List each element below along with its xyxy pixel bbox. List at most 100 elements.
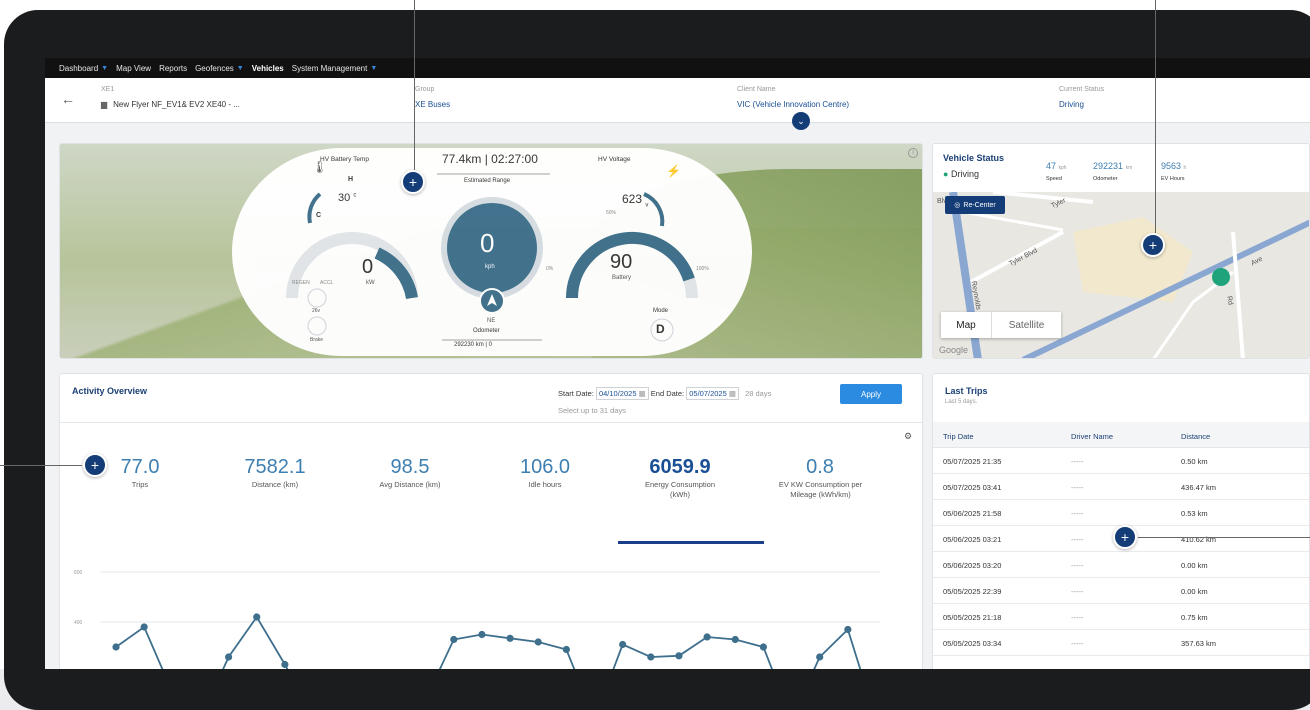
data-point[interactable] <box>759 643 768 651</box>
brake-icon <box>307 316 327 336</box>
trip-date-cell: 05/06/2025 03:20 <box>943 561 1002 570</box>
status-value: Driving <box>1059 100 1084 109</box>
calendar-icon: ▦ <box>638 389 646 398</box>
leader-line <box>0 465 82 466</box>
vehicle-map[interactable]: Blvd Tyler Tyler Blvd Reynolds Ave Rd ◎ R… <box>933 192 1309 358</box>
driver-name-cell: ----- <box>1071 483 1084 492</box>
nav-item-vehicles[interactable]: Vehicles <box>252 64 284 73</box>
speed-unit: kph <box>485 264 495 270</box>
stat-energy-value[interactable]: 6059.9 <box>620 456 740 479</box>
battery-percent: 90 <box>610 251 633 273</box>
status-dot-icon: ● <box>943 169 949 179</box>
expand-chevron-button[interactable]: ⌄ <box>792 112 810 130</box>
data-point[interactable] <box>506 634 514 642</box>
driver-name-cell: ----- <box>1071 613 1084 622</box>
table-row[interactable]: 05/05/2025 21:18 ----- 0.75 km <box>933 604 1309 630</box>
nav-label: Vehicles <box>251 63 284 73</box>
start-date-input[interactable]: 04/10/2025 ▦ <box>595 387 649 400</box>
table-row[interactable]: 05/06/2025 21:58 ----- 0.53 km <box>933 500 1309 526</box>
last-trips-panel: Last Trips Last 5 days. Trip Date Driver… <box>932 373 1310 669</box>
data-point[interactable] <box>140 623 148 631</box>
instrument-cluster: HV Battery Temp 🌡 H C 30 c 77.4km | 02:2… <box>232 148 752 356</box>
nav-label: Dashboard <box>59 63 99 73</box>
date-hint: Select up to 31 days <box>558 406 626 415</box>
vehicle-dashboard-panel: i HV Battery Temp 🌡 H C 30 c 77.4km | 02… <box>59 143 923 359</box>
data-point[interactable] <box>816 653 824 661</box>
plus-hotspot-button[interactable]: + <box>1113 525 1137 549</box>
client-value: VIC (Vehicle Innovation Centre) <box>737 100 850 109</box>
caret-down-icon: ▼ <box>101 64 109 72</box>
plus-hotspot-button[interactable]: + <box>401 170 425 194</box>
nav-item-geofences[interactable]: Geofences ▼ <box>195 64 244 73</box>
activity-title: Activity Overview <box>72 386 148 396</box>
col-trip-date[interactable]: Trip Date <box>943 432 974 441</box>
odometer-label: Odometer <box>473 328 500 334</box>
satellite-tab[interactable]: Satellite <box>991 312 1061 338</box>
plus-hotspot-button[interactable]: + <box>1141 233 1165 257</box>
data-point[interactable] <box>562 645 570 654</box>
data-point[interactable] <box>450 635 458 644</box>
table-row[interactable]: 05/05/2025 03:34 ----- 357.63 km <box>933 630 1309 656</box>
nav-item-dashboard[interactable]: Dashboard ▼ <box>59 64 108 73</box>
end-date-input[interactable]: 05/07/2025 ▦ <box>686 387 739 400</box>
battery-scale-50: 50% <box>606 210 617 216</box>
speed-value: 0 <box>480 228 495 258</box>
col-distance[interactable]: Distance <box>1181 432 1210 441</box>
client-info: Client Name VIC (Vehicle Innovation Cent… <box>737 86 849 109</box>
plus-hotspot-button[interactable]: + <box>83 453 107 477</box>
data-point[interactable] <box>281 660 289 669</box>
nav-item-reports[interactable]: Reports <box>159 64 187 73</box>
vehicle-info: XE1 ▆ New Flyer NF_EV1& EV2 XE40 - ... <box>101 86 240 109</box>
trip-date-cell: 05/06/2025 21:58 <box>943 509 1002 518</box>
data-point[interactable] <box>534 638 542 646</box>
trip-date-cell: 05/05/2025 21:18 <box>943 613 1002 622</box>
data-point[interactable] <box>253 613 261 621</box>
apply-button[interactable]: Apply <box>840 384 902 404</box>
vehicle-marker-icon[interactable] <box>1212 268 1230 286</box>
settings-gear-icon[interactable]: ⚙ <box>904 431 912 442</box>
table-row[interactable]: 05/07/2025 21:35 ----- 0.50 km <box>933 448 1309 474</box>
nav-item-map-view[interactable]: Map View <box>116 64 151 73</box>
days-count: 28 days <box>745 389 772 398</box>
calendar-icon: ▦ <box>728 389 736 398</box>
energy-line-chart: 600400200 <box>74 570 880 669</box>
heading-label: NE <box>487 318 496 324</box>
power-unit: kW <box>366 280 375 286</box>
data-point[interactable] <box>224 653 233 661</box>
driver-name-cell: ----- <box>1071 639 1084 648</box>
info-icon[interactable]: i <box>908 148 918 158</box>
last-trips-title: Last Trips <box>945 386 988 396</box>
data-point[interactable] <box>703 633 711 641</box>
ev-hours-stat: 9563 h <box>1161 161 1187 171</box>
data-point[interactable] <box>675 652 683 660</box>
thermometer-icon: 🌡 <box>312 160 328 174</box>
power-gauge-fill <box>374 247 418 300</box>
trip-date-cell: 05/06/2025 03:21 <box>943 535 1002 544</box>
vehicle-name[interactable]: New Flyer NF_EV1& EV2 XE40 - ... <box>113 100 240 109</box>
table-row[interactable]: 05/07/2025 03:41 ----- 436.47 km <box>933 474 1309 500</box>
power-value: 0 <box>362 256 374 278</box>
data-point[interactable] <box>844 625 852 634</box>
battery-scale-0: 0% <box>546 266 554 272</box>
map-type-toggle: Map Satellite <box>941 312 1061 338</box>
map-tab[interactable]: Map <box>941 312 991 338</box>
stat-distance-label: Distance (km) <box>251 480 299 489</box>
recenter-button[interactable]: ◎ Re-Center <box>945 196 1005 214</box>
distance-cell: 436.47 km <box>1181 483 1217 492</box>
data-point[interactable] <box>647 653 655 661</box>
table-row[interactable]: 05/05/2025 22:39 ----- 0.00 km <box>933 578 1309 604</box>
trip-date-cell: 05/05/2025 22:39 <box>943 587 1002 596</box>
back-arrow-icon[interactable]: ← <box>61 91 75 107</box>
table-row[interactable]: 05/06/2025 03:20 ----- 0.00 km <box>933 552 1309 578</box>
battery-temp-value: 30 c <box>338 192 357 204</box>
data-point[interactable] <box>478 630 486 639</box>
brake-label: Brake <box>310 337 324 343</box>
odometer-stat: 292231 km <box>1093 161 1133 171</box>
distance-cell: 0.00 km <box>1181 561 1208 570</box>
mode-label: Mode <box>653 308 669 314</box>
data-point[interactable] <box>619 640 627 649</box>
data-point[interactable] <box>112 643 120 651</box>
data-point[interactable] <box>731 635 739 644</box>
col-driver-name[interactable]: Driver Name <box>1071 432 1113 441</box>
nav-item-system-management[interactable]: System Management ▼ <box>292 64 378 73</box>
